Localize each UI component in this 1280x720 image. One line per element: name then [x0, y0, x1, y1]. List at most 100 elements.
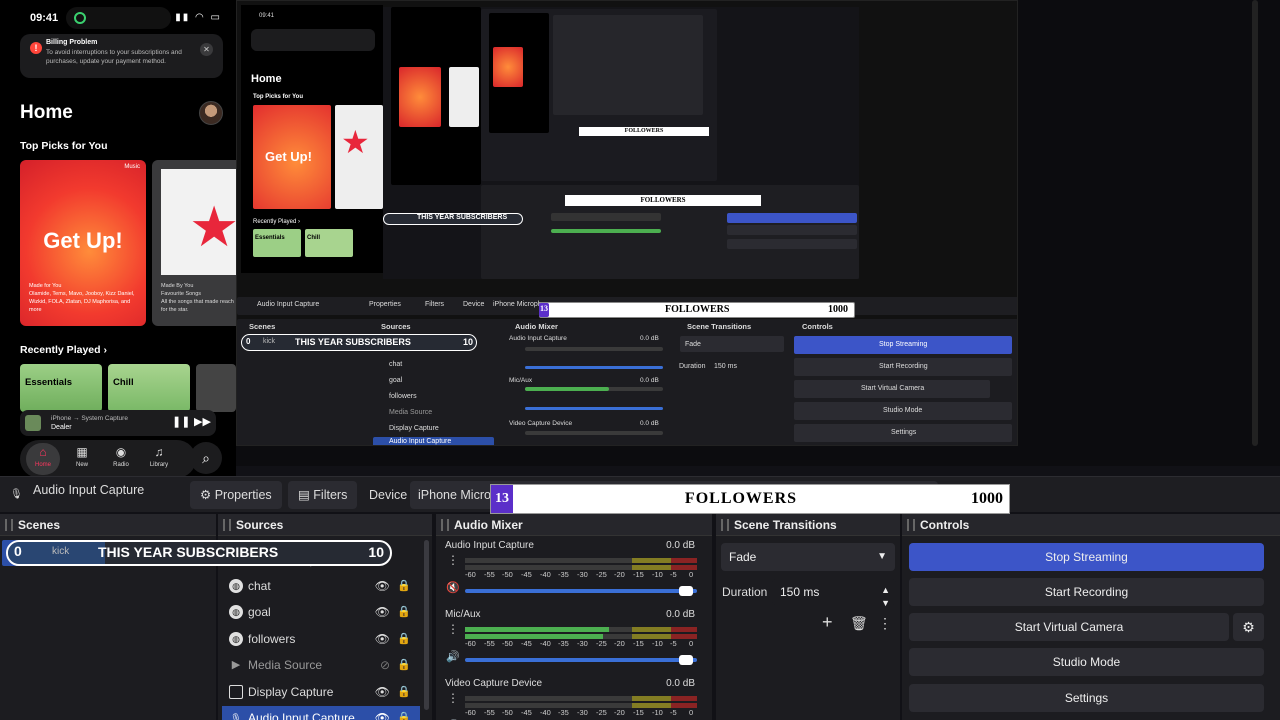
apple-music-logo: Music: [124, 164, 140, 170]
duration-spinbox[interactable]: 150 ms ▲ ▼: [772, 579, 896, 608]
tab-new[interactable]: ▦ New: [65, 443, 99, 475]
subscribers-goal-overlay: 0 kick THIS YEAR SUBSCRIBERS 10: [6, 540, 392, 566]
avatar[interactable]: [199, 101, 223, 125]
mirror1-mixer-db-1: 0.0 dB: [640, 335, 659, 342]
filters-button[interactable]: ▤ Filters: [288, 481, 358, 509]
scale-tick-label: -10: [652, 708, 663, 717]
preview-scrollbar[interactable]: [1252, 0, 1258, 446]
volume-slider-thumb[interactable]: [679, 586, 693, 596]
scale-tick-label: -25: [596, 639, 607, 648]
scale-tick-label: -40: [540, 639, 551, 648]
card-get-up[interactable]: Music Get Up! Made for You Olamide, Tems…: [20, 160, 146, 326]
mini-player[interactable]: iPhone → System Capture Dealer ❚❚ ▶▶: [20, 410, 216, 436]
mirror1-mixer-db-2: 0.0 dB: [640, 377, 659, 384]
meter-yellow-zone: [632, 696, 671, 701]
scale-tick-label: -35: [558, 639, 569, 648]
recent-tile-chill[interactable]: Chill: [108, 364, 190, 412]
channel-name: Video Capture Device: [445, 678, 543, 689]
eye-icon[interactable]: 👁: [375, 680, 390, 704]
lock-icon[interactable]: 🔒: [397, 653, 411, 677]
volume-slider[interactable]: [465, 658, 697, 662]
more-icon[interactable]: ⋮: [878, 615, 892, 632]
recent-tile-essentials[interactable]: Essentials: [20, 364, 102, 412]
source-item-goal[interactable]: ◍ goal 👁 🔒: [222, 600, 420, 624]
scale-tick-label: -35: [558, 570, 569, 579]
source-item-chat[interactable]: ◍ chat 👁 🔒: [222, 574, 420, 598]
more-icon[interactable]: ⋮: [445, 554, 461, 569]
card-subtitle: Made By You Favourite Songs All the song…: [161, 283, 234, 313]
scale-tick-label: -50: [502, 708, 513, 717]
tab-home[interactable]: ⌂ Home: [26, 443, 60, 475]
source-item-media-source[interactable]: ▶ Media Source ⊘ 🔒: [222, 653, 420, 677]
muted-speaker-icon[interactable]: 🔇: [445, 581, 461, 595]
drag-handle-icon[interactable]: [721, 519, 729, 531]
drag-handle-icon[interactable]: [5, 519, 13, 531]
sources-scrollbar[interactable]: [424, 540, 429, 710]
eye-icon[interactable]: 👁: [375, 574, 390, 598]
mirror1-meter-3: [525, 431, 663, 435]
channel-db: 0.0 dB: [666, 540, 695, 551]
mirror2-virtual-cam: [727, 239, 857, 249]
source-item-followers[interactable]: ◍ followers 👁 🔒: [222, 627, 420, 651]
more-icon[interactable]: ⋮: [445, 623, 461, 638]
recent-tile-label: Chill: [113, 377, 134, 388]
virtual-camera-settings-gear-icon[interactable]: ⚙: [1233, 613, 1264, 641]
eye-icon[interactable]: 👁: [375, 706, 390, 720]
preview-canvas[interactable]: 09:41 Home Top Picks for You Get Up! ★ R…: [236, 0, 1280, 466]
trash-icon[interactable]: 🗑: [850, 615, 868, 632]
chevron-down-icon[interactable]: ▼: [881, 590, 890, 616]
mirror-level-2: FOLLOWERS FOLLOWERS THIS YEAR SUBSCRIBER…: [383, 7, 859, 279]
properties-button[interactable]: ⚙ Properties: [190, 481, 282, 509]
mic-icon: 🎙: [230, 713, 242, 720]
add-icon[interactable]: +: [822, 612, 833, 633]
speaker-icon[interactable]: 🔊: [445, 650, 461, 664]
scale-tick-label: -5: [670, 708, 677, 717]
transition-select[interactable]: Fade ▼: [721, 543, 895, 571]
billing-banner[interactable]: ! Billing Problem To avoid interruptions…: [20, 34, 223, 78]
drag-handle-icon[interactable]: [223, 519, 231, 531]
tab-radio[interactable]: ◉ Radio: [104, 443, 138, 475]
mirror1-stop-streaming: Stop Streaming: [879, 341, 928, 348]
stop-streaming-button[interactable]: Stop Streaming: [909, 543, 1264, 571]
drag-handle-icon[interactable]: [441, 519, 449, 531]
volume-slider-thumb[interactable]: [679, 655, 693, 665]
lock-icon[interactable]: 🔒: [397, 574, 411, 598]
channel-db: 0.0 dB: [666, 609, 695, 620]
source-item-audio-input-capture[interactable]: 🎙 Audio Input Capture 👁 🔒: [222, 706, 420, 720]
source-item-display-capture[interactable]: Display Capture 👁 🔒: [222, 680, 420, 704]
settings-button[interactable]: Settings: [909, 684, 1264, 712]
studio-mode-button[interactable]: Studio Mode: [909, 648, 1264, 676]
recently-played-title[interactable]: Recently Played ›: [20, 344, 107, 356]
eye-off-icon[interactable]: ⊘: [380, 653, 390, 677]
pause-icon[interactable]: ❚❚: [172, 415, 190, 428]
lock-icon[interactable]: 🔒: [397, 706, 411, 720]
tab-library[interactable]: ♫ Library: [142, 443, 176, 475]
eye-icon[interactable]: 👁: [375, 600, 390, 624]
start-recording-button[interactable]: Start Recording: [909, 578, 1264, 606]
scale-tick-label: -40: [540, 570, 551, 579]
lock-icon[interactable]: 🔒: [397, 600, 411, 624]
meter-yellow-zone: [632, 558, 671, 563]
card-subtitle: Made for You Olamide, Tems, Mavo, Jooboy…: [29, 283, 135, 313]
forward-icon[interactable]: ▶▶: [194, 415, 211, 428]
scale-tick-label: -60: [465, 570, 476, 579]
source-name: Audio Input Capture: [248, 711, 355, 720]
close-icon[interactable]: ✕: [200, 43, 213, 56]
more-icon[interactable]: ⋮: [445, 692, 461, 707]
mirror1-mixer-db-3: 0.0 dB: [640, 420, 659, 427]
mixer-channel: Mic/Aux 0.0 dB ⋮ -60 -55 -50 -45 -40 -35 -30 -25 -2…: [437, 609, 701, 677]
status-time: 09:41: [30, 12, 59, 24]
drag-handle-icon[interactable]: [907, 519, 915, 531]
recent-tile-3[interactable]: [196, 364, 236, 412]
eye-icon[interactable]: 👁: [375, 627, 390, 651]
lock-icon[interactable]: 🔒: [397, 680, 411, 704]
volume-slider[interactable]: [465, 589, 697, 593]
lock-icon[interactable]: 🔒: [397, 627, 411, 651]
card-favourite-songs[interactable]: ★ Made By You Favourite Songs All the so…: [152, 160, 236, 326]
search-icon[interactable]: ⌕: [190, 442, 222, 474]
mirror1-properties: Properties: [369, 301, 401, 308]
start-virtual-camera-button[interactable]: Start Virtual Camera: [909, 613, 1229, 641]
mirror1-scene-transitions: Scene Transitions: [687, 322, 752, 331]
card-title: Get Up!: [43, 228, 123, 253]
transition-value: Fade: [729, 550, 757, 564]
